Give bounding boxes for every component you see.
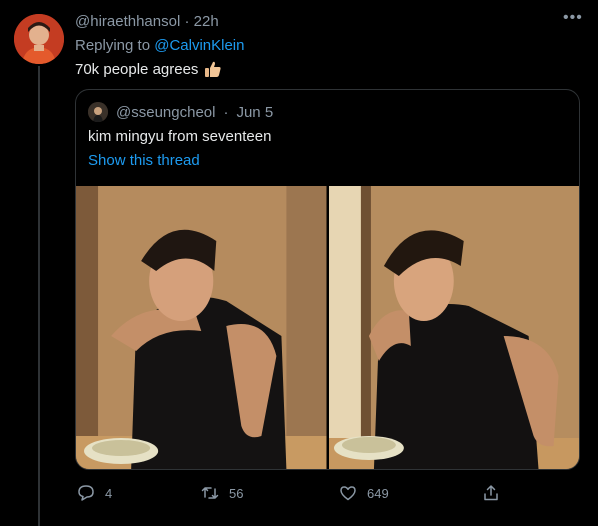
more-icon[interactable]: •••: [563, 9, 583, 27]
retweet-icon: [201, 484, 219, 502]
like-icon: [339, 484, 357, 502]
thumbs-up-icon: [204, 60, 222, 78]
like-button[interactable]: 649: [339, 484, 389, 502]
separator-dot: ·: [223, 103, 229, 121]
like-count: 649: [367, 485, 389, 501]
quote-header: @sseungcheol · Jun 5: [88, 102, 273, 122]
share-button[interactable]: [482, 484, 500, 502]
photo-left[interactable]: [76, 186, 327, 469]
tweet-time[interactable]: 22h: [194, 13, 219, 30]
quote-handle[interactable]: @sseungcheol: [116, 104, 215, 121]
tweet-body: 70k people agrees: [75, 60, 199, 78]
reply-icon: [77, 484, 95, 502]
mention-link[interactable]: @CalvinKlein: [154, 37, 244, 54]
quoted-tweet[interactable]: @sseungcheol · Jun 5 kim mingyu from sev…: [75, 89, 580, 470]
media-grid: [76, 186, 579, 469]
quote-avatar: [88, 102, 108, 122]
reply-button[interactable]: 4: [77, 484, 112, 502]
quote-date[interactable]: Jun 5: [236, 104, 273, 121]
share-icon: [482, 484, 500, 502]
retweet-button[interactable]: 56: [201, 484, 243, 502]
replying-to-label: Replying to: [75, 37, 151, 54]
quote-text: kim mingyu from seventeen: [88, 128, 272, 145]
replying-to: Replying to @CalvinKlein: [75, 37, 244, 54]
show-thread-link[interactable]: Show this thread: [88, 152, 200, 169]
thread-line: [38, 66, 40, 526]
retweet-count: 56: [229, 485, 244, 501]
reply-count: 4: [105, 485, 113, 501]
tweet-text: 70k people agrees: [75, 60, 222, 78]
tweet-header: @hiraethhansol · 22h: [75, 13, 219, 30]
separator-dot: ·: [184, 13, 190, 30]
photo-right[interactable]: [328, 186, 579, 469]
avatar[interactable]: [14, 14, 64, 64]
author-handle[interactable]: @hiraethhansol: [75, 13, 180, 30]
tweet-actions: 4 56 649: [75, 484, 580, 504]
